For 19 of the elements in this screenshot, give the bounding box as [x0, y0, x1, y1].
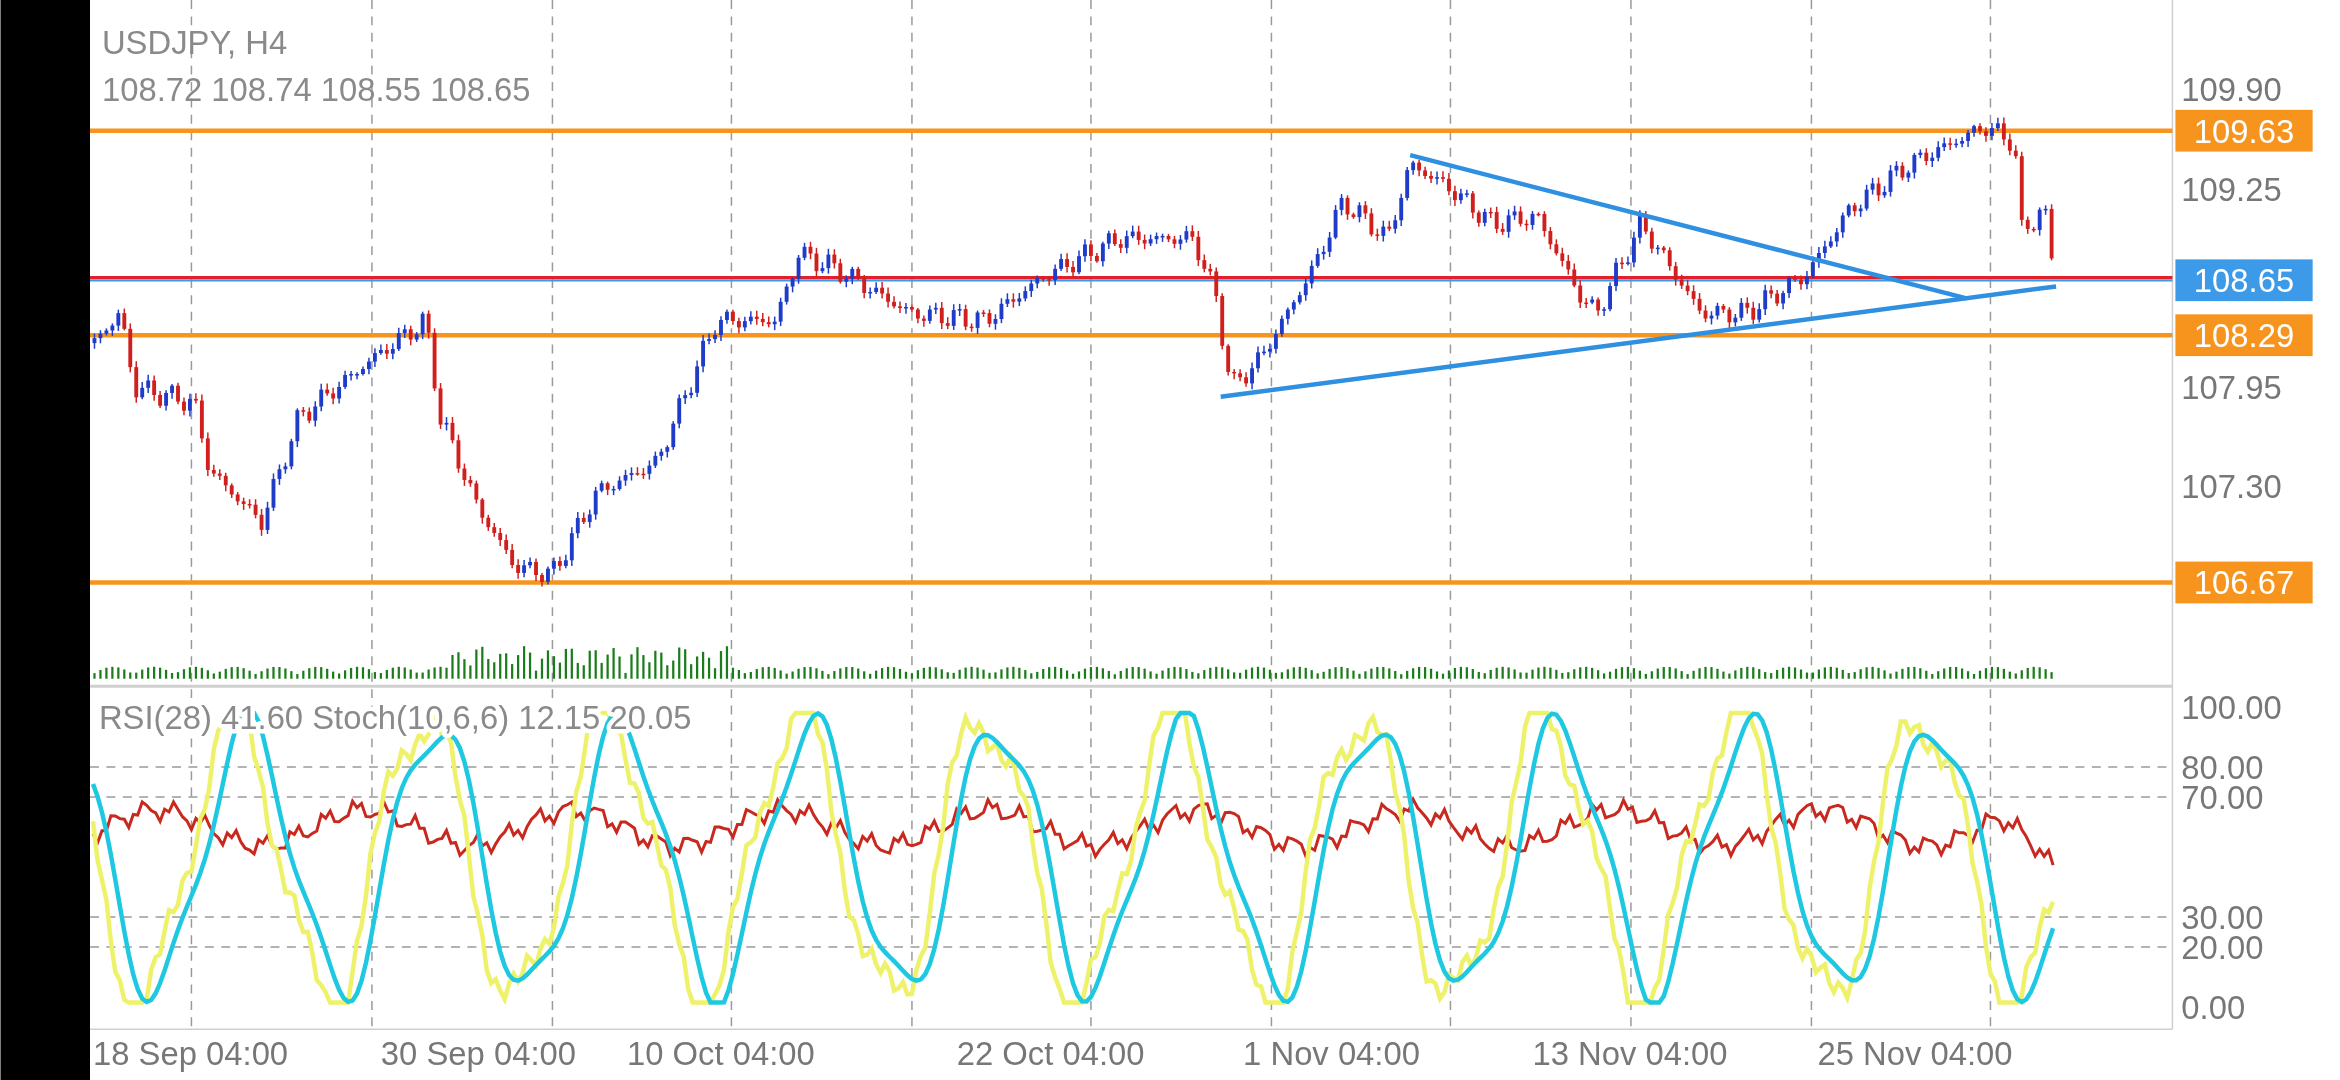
price-tag: 109.63 — [2175, 109, 2313, 152]
symbol-title: USDJPY, H4 — [101, 23, 288, 61]
time-axis-label: 18 Sep 04:00 — [93, 1035, 289, 1073]
price-tag: 108.65 — [2175, 259, 2313, 302]
price-tag: 108.29 — [2175, 314, 2313, 357]
price-axis-label: 107.95 — [2181, 369, 2282, 407]
time-axis-label: 25 Nov 04:00 — [1817, 1035, 2013, 1073]
indicator-axis-label: 0.00 — [2181, 988, 2246, 1026]
price-tag: 106.67 — [2175, 561, 2313, 604]
time-axis-label: 10 Oct 04:00 — [627, 1035, 815, 1073]
time-axis-label: 22 Oct 04:00 — [956, 1035, 1145, 1073]
price-axis-label: 109.25 — [2181, 170, 2282, 208]
time-axis-label: 30 Sep 04:00 — [380, 1035, 576, 1073]
price-axis-label: 109.90 — [2181, 71, 2282, 109]
time-axis-label: 13 Nov 04:00 — [1532, 1035, 1728, 1073]
time-axis-label: 1 Nov 04:00 — [1243, 1035, 1420, 1073]
ohlc-values: 108.72 108.74 108.55 108.65 — [101, 71, 531, 109]
indicator-axis-label: 100.00 — [2181, 689, 2282, 726]
price-axis-label: 107.30 — [2181, 468, 2282, 506]
